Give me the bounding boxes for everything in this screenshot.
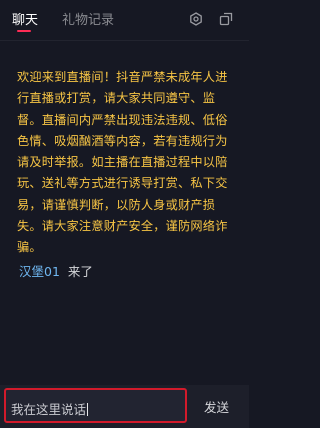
system-notice: 欢迎来到直播间！抖音严禁未成年人进行直播或打赏，请大家共同遵守、监督。直播间内严… [17,70,228,255]
chat-message: 汉堡01 来了 [19,261,93,280]
tab-chat[interactable]: 聊天 [12,9,38,28]
active-tab-indicator [17,30,31,32]
tab-gift-records[interactable]: 礼物记录 [62,9,114,28]
text-caret [87,403,89,416]
header-divider [0,40,249,41]
popout-icon[interactable] [219,12,233,26]
live-chat-panel: 聊天 礼物记录 欢迎来到直播间！抖音严禁未成年人进行直播或打赏，请大家共同遵守、… [0,0,249,428]
chat-header: 聊天 礼物记录 [0,0,249,40]
settings-icon[interactable] [189,12,203,26]
chat-input[interactable]: 我在这里说话 [4,388,187,423]
send-button[interactable]: 发送 [204,397,229,416]
message-username[interactable]: 汉堡01 [19,264,60,279]
message-text: 来了 [67,264,93,279]
chat-input-value: 我在这里说话 [11,402,89,417]
